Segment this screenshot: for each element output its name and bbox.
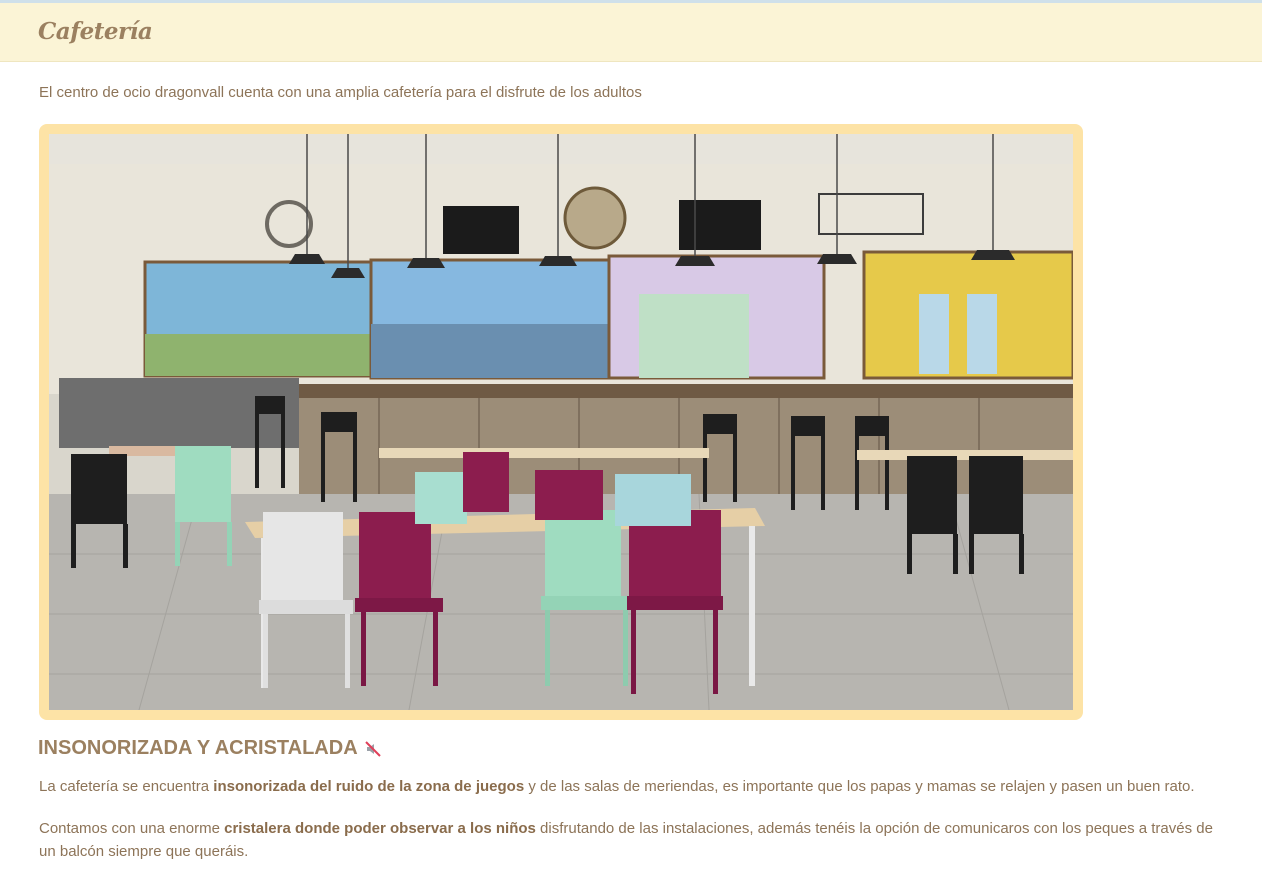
paragraph-bold-text: cristalera donde poder observar a los ni…	[224, 820, 536, 837]
section-header: Cafetería	[0, 3, 1262, 62]
section-heading: INSONORIZADA Y ACRISTALADA	[38, 737, 382, 760]
paragraph-insonorizada: La cafetería se encuentra insonorizada d…	[39, 775, 1229, 798]
page-title: Cafetería	[38, 18, 153, 45]
paragraph-bold-text: insonorizada del ruido de la zona de jue…	[213, 778, 525, 795]
paragraph-text: y de las salas de meriendas, es importan…	[524, 778, 1195, 795]
page: Cafetería El centro de ocio dragonvall c…	[0, 0, 1262, 869]
paragraph-text: Contamos con una enorme	[39, 820, 225, 837]
no-sound-icon	[364, 740, 382, 758]
cafeteria-photo	[49, 134, 1073, 710]
section-heading-text: INSONORIZADA Y ACRISTALADA	[38, 737, 358, 759]
paragraph-text: La cafetería se encuentra	[39, 778, 214, 795]
photo-frame	[39, 124, 1083, 720]
paragraph-cristalera: Contamos con una enorme cristalera donde…	[39, 817, 1229, 863]
intro-text: El centro de ocio dragonvall cuenta con …	[39, 84, 642, 101]
